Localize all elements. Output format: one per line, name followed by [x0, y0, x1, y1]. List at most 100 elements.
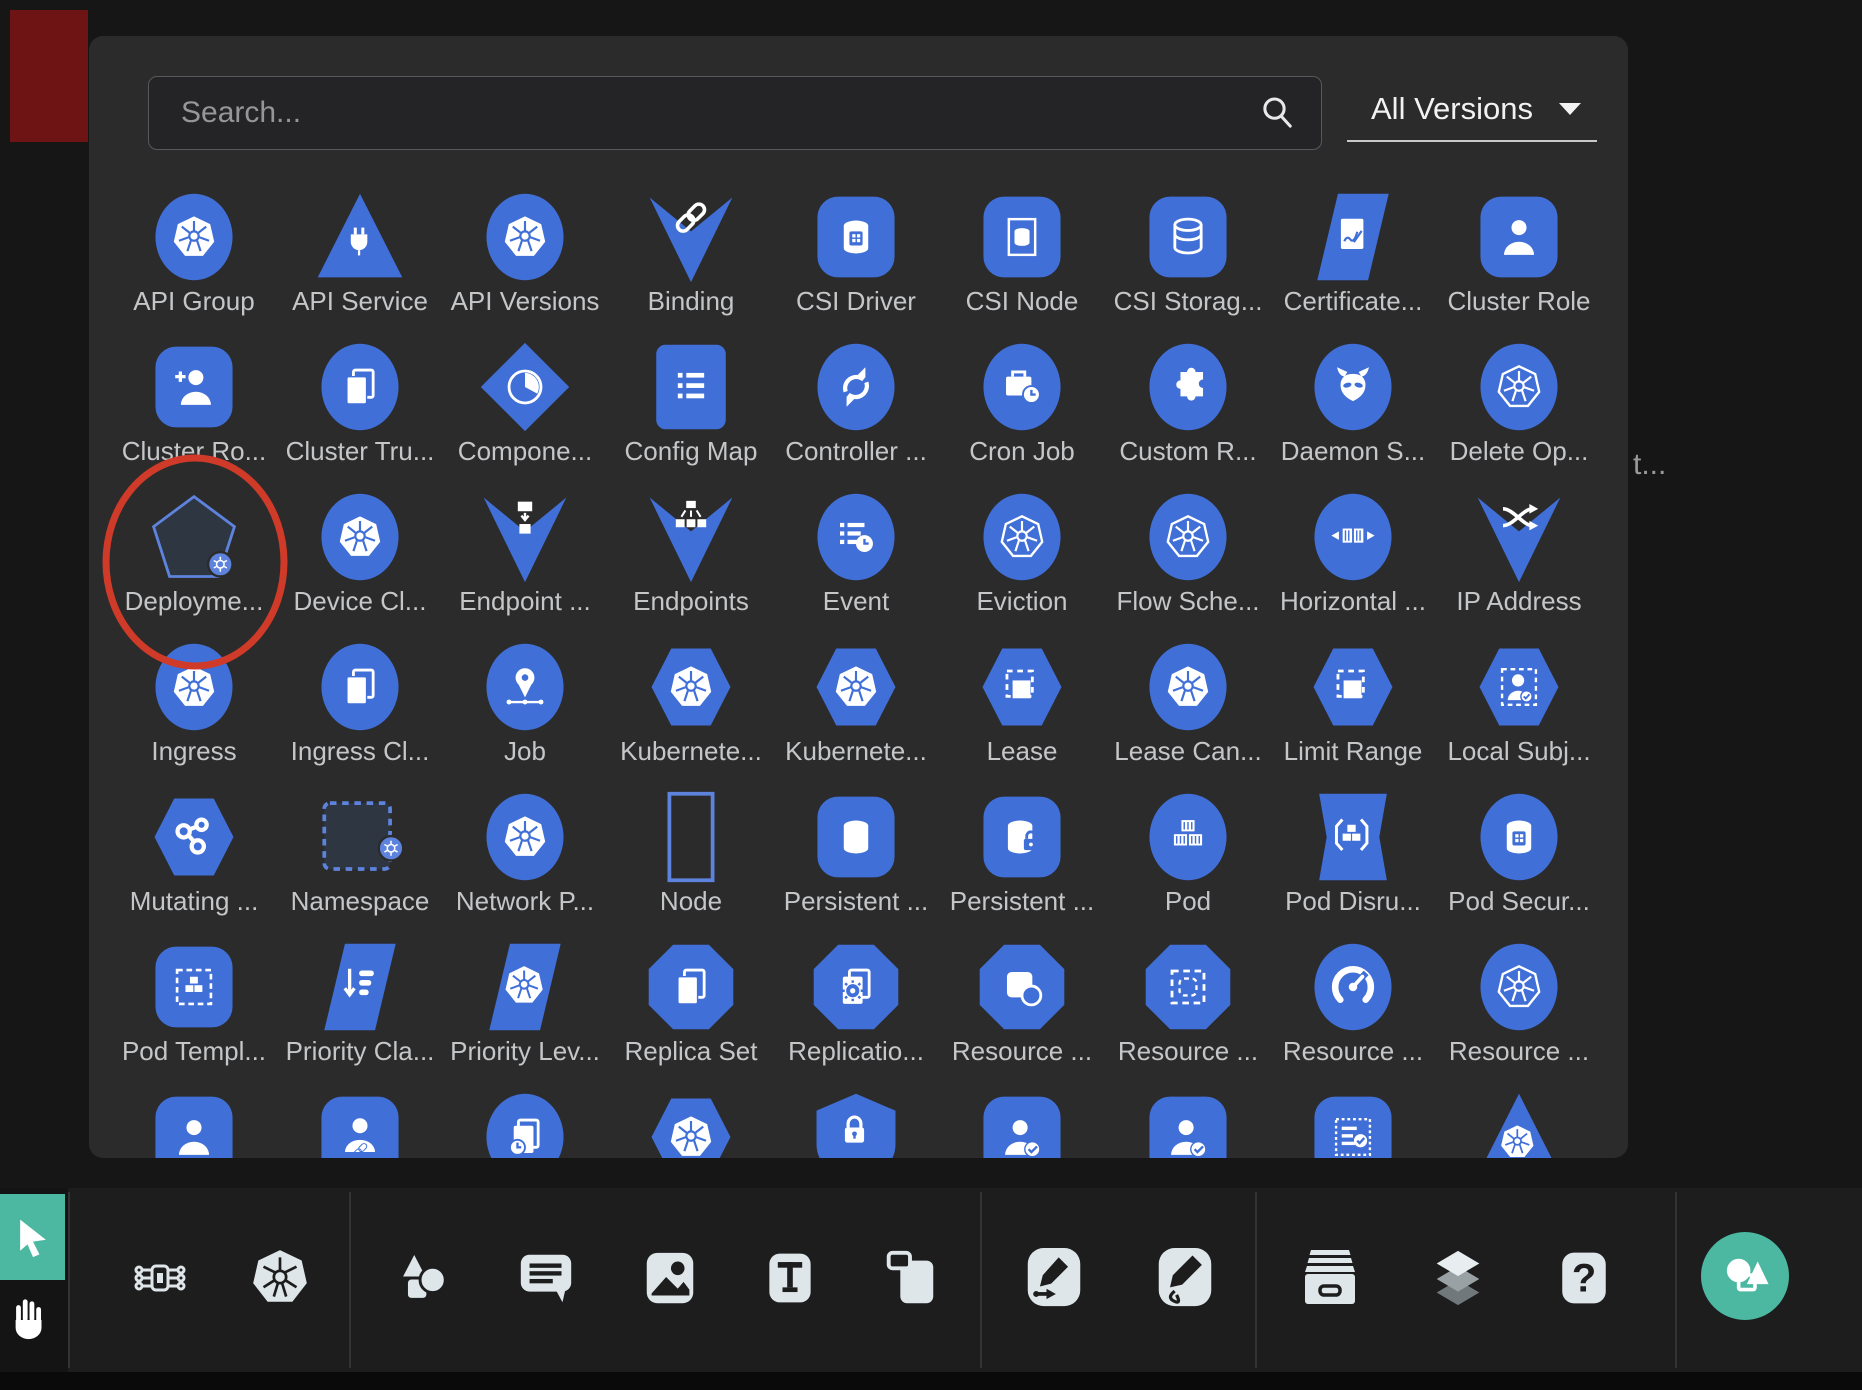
library-item-hidden-row-2[interactable]: [280, 1090, 440, 1158]
library-item-api-versions[interactable]: API Versions: [445, 190, 605, 317]
library-item-pod[interactable]: Pod: [1108, 790, 1268, 917]
layers-button[interactable]: [1422, 1242, 1494, 1314]
arrowbars-icon: [313, 940, 407, 1034]
library-item-cluster-role[interactable]: Cluster Role: [1439, 190, 1599, 317]
library-item-job[interactable]: Job: [445, 640, 605, 767]
library-item-replica-set[interactable]: Replica Set: [611, 940, 771, 1067]
library-item-csi-node[interactable]: CSI Node: [942, 190, 1102, 317]
schema-tool-button[interactable]: [124, 1242, 196, 1314]
sqdash-icon: [975, 640, 1069, 734]
app-logo-button[interactable]: [1701, 1232, 1789, 1320]
library-item-ip-address[interactable]: IP Address: [1439, 490, 1599, 617]
library-item-binding[interactable]: Binding: [611, 190, 771, 317]
library-item-horizontal[interactable]: Horizontal ...: [1273, 490, 1433, 617]
library-item-namespace[interactable]: Namespace: [280, 790, 440, 917]
library-item-eviction[interactable]: Eviction: [942, 490, 1102, 617]
library-item-replicatio[interactable]: Replicatio...: [776, 940, 936, 1067]
library-item-label: Lease Can...: [1108, 736, 1268, 767]
library-item-node[interactable]: Node: [611, 790, 771, 917]
library-item-device-cl[interactable]: Device Cl...: [280, 490, 440, 617]
cylo-icon: [1141, 190, 1235, 284]
library-item-resource[interactable]: Resource ...: [1273, 940, 1433, 1067]
library-item-event[interactable]: Event: [776, 490, 936, 617]
library-item-resource[interactable]: Resource ...: [942, 940, 1102, 1067]
boxesdown-icon: [478, 490, 572, 584]
select-tool-button[interactable]: [0, 1194, 65, 1280]
library-item-resource[interactable]: Resource ...: [1439, 940, 1599, 1067]
shape-tool-button[interactable]: [386, 1242, 458, 1314]
helm-icon: [1141, 640, 1235, 734]
library-item-cluster-tru[interactable]: Cluster Tru...: [280, 340, 440, 467]
library-item-flow-sche[interactable]: Flow Sche...: [1108, 490, 1268, 617]
library-item-ingress-cl[interactable]: Ingress Cl...: [280, 640, 440, 767]
library-item-lease[interactable]: Lease: [942, 640, 1102, 767]
library-item-pod-secur[interactable]: Pod Secur...: [1439, 790, 1599, 917]
version-filter-dropdown[interactable]: All Versions: [1347, 78, 1597, 142]
card-icon: [879, 1247, 941, 1309]
library-item-compone[interactable]: Compone...: [445, 340, 605, 467]
library-item-pod-disru[interactable]: Pod Disru...: [1273, 790, 1433, 917]
text-icon: [760, 1247, 820, 1309]
help-button[interactable]: ?: [1548, 1242, 1620, 1314]
library-item-hidden-row-9[interactable]: [1439, 1090, 1599, 1158]
library-item-kubernete[interactable]: Kubernete...: [776, 640, 936, 767]
kubernetes-library-button[interactable]: [244, 1242, 316, 1314]
chevron-down-icon: [1557, 100, 1583, 118]
library-item-lease-can[interactable]: Lease Can...: [1108, 640, 1268, 767]
library-item-hidden-row-7[interactable]: [1108, 1090, 1268, 1158]
library-item-daemon-s[interactable]: Daemon S...: [1273, 340, 1433, 467]
caseclock-icon: [975, 340, 1069, 434]
library-item-hidden-row-5[interactable]: [776, 1090, 936, 1158]
library-item-csi-storag[interactable]: CSI Storag...: [1108, 190, 1268, 317]
archive-button[interactable]: [1294, 1242, 1366, 1314]
library-item-cluster-ro[interactable]: Cluster Ro...: [114, 340, 274, 467]
library-item-persistent[interactable]: Persistent ...: [942, 790, 1102, 917]
search-input[interactable]: [149, 77, 1321, 149]
library-item-custom-r[interactable]: Custom R...: [1108, 340, 1268, 467]
library-item-hidden-row-3[interactable]: [445, 1090, 605, 1158]
pencil-tool-button[interactable]: [1149, 1242, 1221, 1314]
library-item-label: Pod Secur...: [1439, 886, 1599, 917]
library-item-endpoints[interactable]: Endpoints: [611, 490, 771, 617]
cursor-icon: [11, 1215, 55, 1259]
library-item-resource[interactable]: Resource ...: [1108, 940, 1268, 1067]
library-item-limit-range[interactable]: Limit Range: [1273, 640, 1433, 767]
rectoutline-icon: [644, 790, 738, 884]
persondash-icon: [1472, 640, 1566, 734]
library-item-hidden-row-1[interactable]: [114, 1090, 274, 1158]
library-item-pod-templ[interactable]: Pod Templ...: [114, 940, 274, 1067]
library-item-label: Pod Disru...: [1273, 886, 1433, 917]
library-item-delete-op[interactable]: Delete Op...: [1439, 340, 1599, 467]
pentagon-icon: [147, 490, 241, 584]
library-item-label: API Service: [280, 286, 440, 317]
library-item-deployme[interactable]: Deployme...: [114, 490, 274, 617]
text-tool-button[interactable]: [754, 1242, 826, 1314]
library-item-controller[interactable]: Controller ...: [776, 340, 936, 467]
library-item-api-service[interactable]: API Service: [280, 190, 440, 317]
cyllock-icon: [975, 790, 1069, 884]
library-item-persistent[interactable]: Persistent ...: [776, 790, 936, 917]
library-item-local-subj[interactable]: Local Subj...: [1439, 640, 1599, 767]
hand-tool-button[interactable]: [4, 1288, 56, 1352]
library-item-mutating[interactable]: Mutating ...: [114, 790, 274, 917]
library-item-certificate[interactable]: Certificate...: [1273, 190, 1433, 317]
library-item-config-map[interactable]: Config Map: [611, 340, 771, 467]
card-tool-button[interactable]: [874, 1242, 946, 1314]
library-item-api-group[interactable]: API Group: [114, 190, 274, 317]
molecule-icon: [147, 790, 241, 884]
library-item-hidden-row-6[interactable]: [942, 1090, 1102, 1158]
library-item-priority-lev[interactable]: Priority Lev...: [445, 940, 605, 1067]
library-item-endpoint[interactable]: Endpoint ...: [445, 490, 605, 617]
connector-pen-tool-button[interactable]: [1018, 1242, 1090, 1314]
library-item-hidden-row-8[interactable]: [1273, 1090, 1433, 1158]
image-tool-button[interactable]: [634, 1242, 706, 1314]
library-item-label: Delete Op...: [1439, 436, 1599, 467]
library-item-priority-cla[interactable]: Priority Cla...: [280, 940, 440, 1067]
library-item-network-p[interactable]: Network P...: [445, 790, 605, 917]
library-item-csi-driver[interactable]: CSI Driver: [776, 190, 936, 317]
library-item-hidden-row-4[interactable]: [611, 1090, 771, 1158]
library-item-ingress[interactable]: Ingress: [114, 640, 274, 767]
comment-tool-button[interactable]: [510, 1242, 582, 1314]
library-item-kubernete[interactable]: Kubernete...: [611, 640, 771, 767]
library-item-cron-job[interactable]: Cron Job: [942, 340, 1102, 467]
